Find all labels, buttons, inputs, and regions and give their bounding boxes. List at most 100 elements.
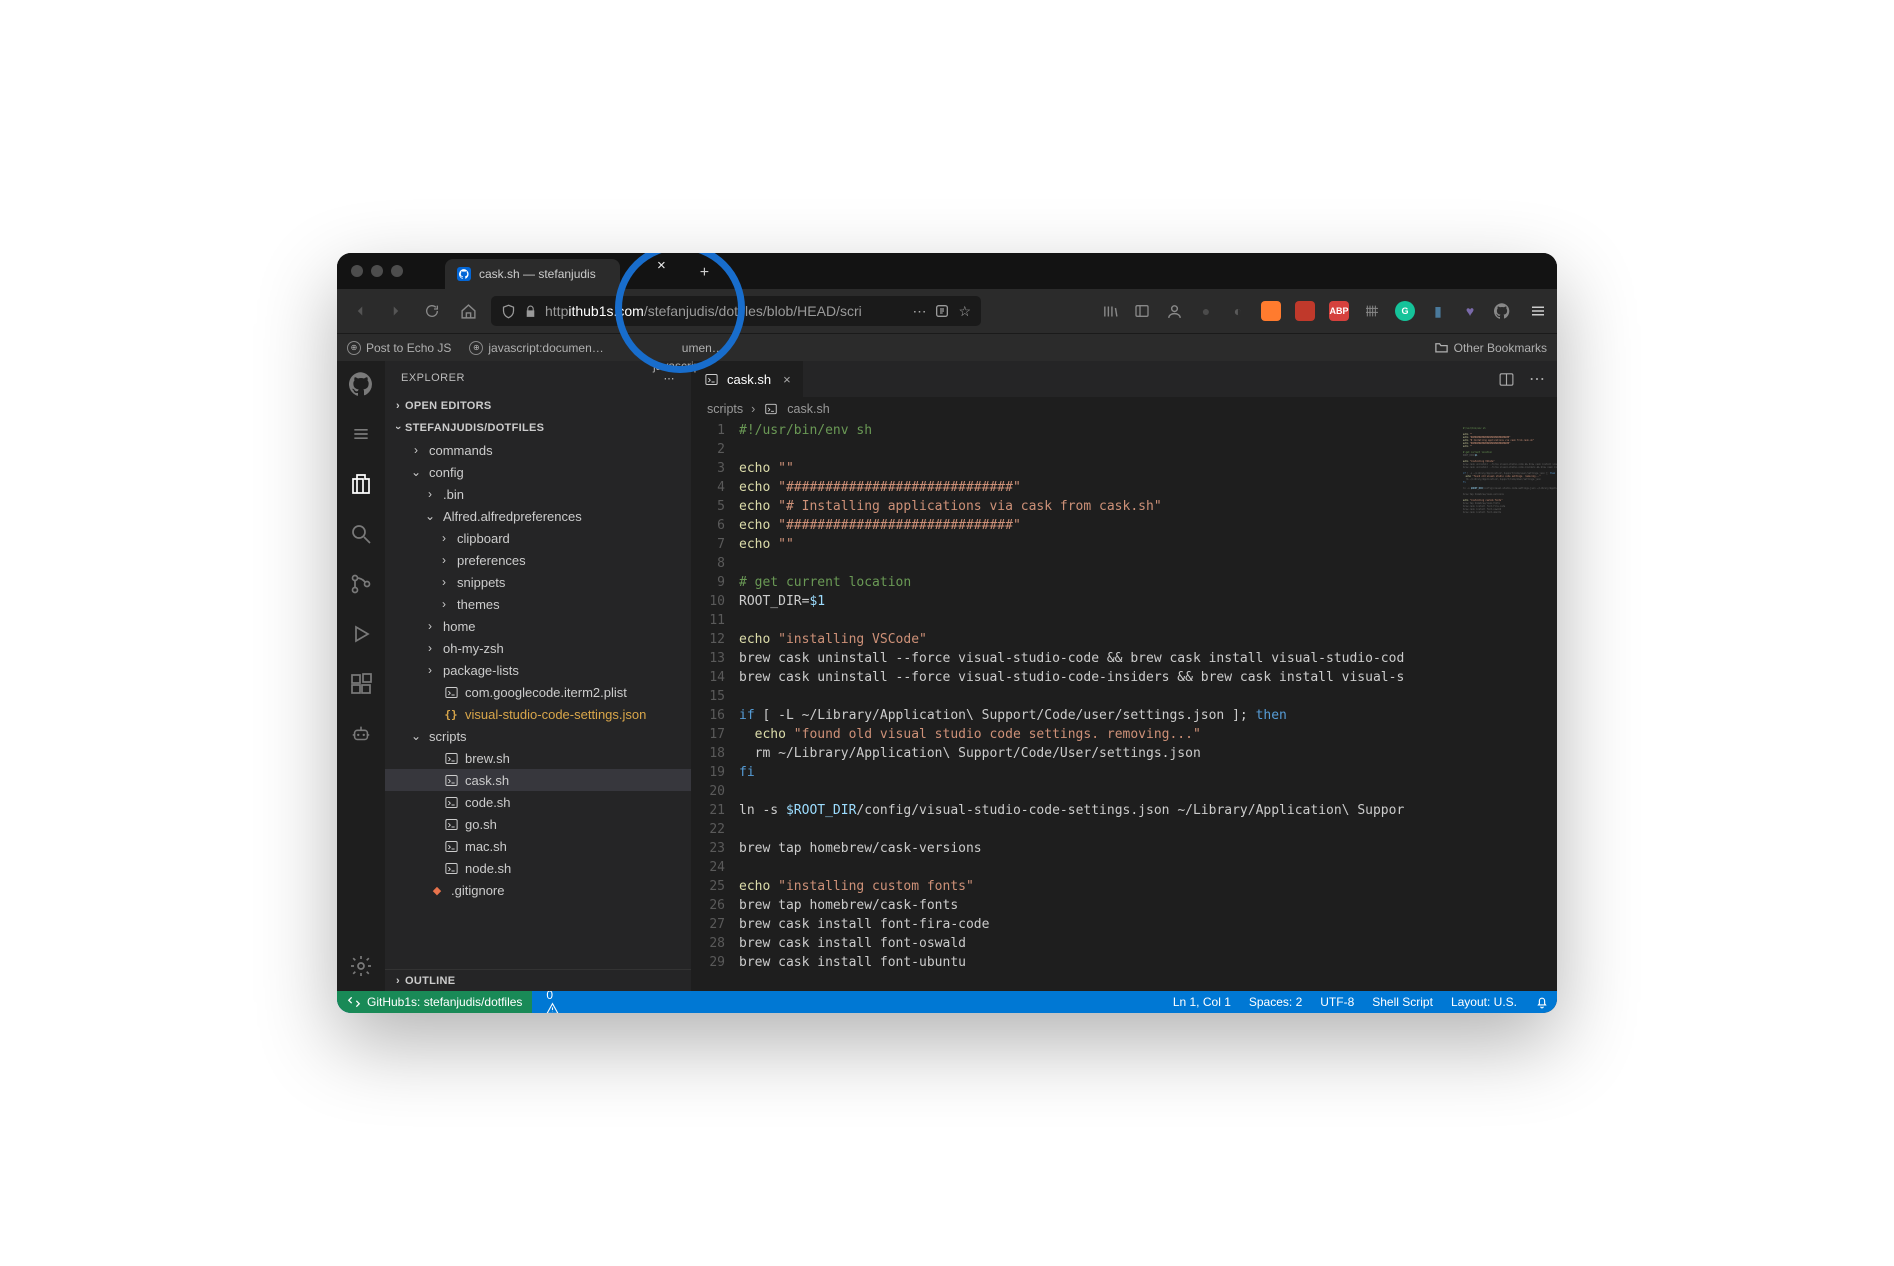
ext-badge-1[interactable] <box>1261 301 1281 321</box>
hamburger-menu-icon[interactable] <box>1529 302 1547 320</box>
tree-item-label: oh-my-zsh <box>443 641 504 656</box>
reader-mode-icon[interactable] <box>934 303 950 319</box>
source-control-icon[interactable] <box>348 571 374 597</box>
tree-folder[interactable]: ›home <box>385 615 691 637</box>
shell-file-icon <box>763 401 779 417</box>
robot-icon[interactable] <box>348 721 374 747</box>
status-lang[interactable]: Shell Script <box>1372 995 1433 1009</box>
explorer-icon[interactable] <box>348 471 374 497</box>
github-logo-icon[interactable] <box>348 371 374 397</box>
ext-icon-1[interactable]: ● <box>1197 302 1215 320</box>
tree-item-label: .gitignore <box>451 883 504 898</box>
reload-button[interactable] <box>419 298 445 324</box>
bookmark-label: Post to Echo JS <box>366 341 451 355</box>
tree-folder[interactable]: ›commands <box>385 439 691 461</box>
tree-folder[interactable]: ⌄ Alfred.alfredpreferences <box>385 505 691 527</box>
editor-tab[interactable]: cask.sh × <box>691 361 804 397</box>
chevron-right-icon: › <box>409 443 423 457</box>
sidebar-icon[interactable] <box>1133 302 1151 320</box>
tree-file[interactable]: cask.sh <box>385 769 691 791</box>
ext-icon-3[interactable]: ▮ <box>1429 302 1447 320</box>
menu-lines-icon[interactable] <box>348 421 374 447</box>
window-close-button[interactable] <box>351 265 363 277</box>
tree-file[interactable]: brew.sh <box>385 747 691 769</box>
ext-badge-abp[interactable]: ABP <box>1329 301 1349 321</box>
tree-item-label: config <box>429 465 464 480</box>
new-tab-button[interactable]: + <box>700 264 709 282</box>
tree-folder[interactable]: ⌄config <box>385 461 691 483</box>
chevron-right-icon: › <box>437 553 451 567</box>
other-bookmarks[interactable]: Other Bookmarks <box>1434 340 1547 355</box>
outline-section[interactable]: › OUTLINE <box>385 969 691 991</box>
url-bar[interactable]: httpithub1s.com/stefanjudis/dotfiles/blo… <box>491 296 981 326</box>
library-icon[interactable] <box>1101 302 1119 320</box>
code-editor[interactable]: 1234567891011121314151617181920212223242… <box>691 421 1557 991</box>
shell-file-icon <box>703 371 719 387</box>
ext-badge-grammarly[interactable]: G <box>1395 301 1415 321</box>
home-button[interactable] <box>455 298 481 324</box>
lock-icon[interactable] <box>524 305 537 318</box>
shell-file-icon <box>443 838 459 854</box>
chevron-right-icon: › <box>751 402 755 416</box>
tree-file[interactable]: go.sh <box>385 813 691 835</box>
tree-folder[interactable]: ›snippets <box>385 571 691 593</box>
remote-indicator[interactable]: GitHub1s: stefanjudis/dotfiles <box>337 991 532 1013</box>
ext-icon-4[interactable]: ♥ <box>1461 302 1479 320</box>
forward-button[interactable] <box>383 298 409 324</box>
repo-section[interactable]: › STEFANJUDIS/DOTFILES <box>385 417 691 439</box>
tree-folder[interactable]: › preferences <box>385 549 691 571</box>
bookmark-star-icon[interactable]: ☆ <box>958 303 971 320</box>
tree-item-label: com.googlecode.iterm2.plist <box>465 685 627 700</box>
close-tab-icon[interactable]: × <box>783 372 791 387</box>
tree-item-label: node.sh <box>465 861 511 876</box>
tree-file[interactable]: {}visual-studio-code-settings.json <box>385 703 691 725</box>
chevron-down-icon: ⌄ <box>423 509 437 523</box>
settings-gear-icon[interactable] <box>348 953 374 979</box>
tree-file[interactable]: com.googlecode.iterm2.plist <box>385 681 691 703</box>
tree-file[interactable]: mac.sh <box>385 835 691 857</box>
status-lncol[interactable]: Ln 1, Col 1 <box>1173 995 1231 1009</box>
editor-more-icon[interactable]: ⋯ <box>1529 369 1545 389</box>
search-icon[interactable] <box>348 521 374 547</box>
tree-folder[interactable]: ›oh-my-zsh <box>385 637 691 659</box>
browser-tab[interactable]: cask.sh — stefanjudis × <box>445 259 620 289</box>
tracking-shield-icon[interactable] <box>501 304 516 319</box>
tree-file[interactable]: node.sh <box>385 857 691 879</box>
tree-file[interactable]: ◆.gitignore <box>385 879 691 901</box>
status-encoding[interactable]: UTF-8 <box>1320 995 1354 1009</box>
ext-icon-2[interactable]: ◐ <box>1229 302 1247 320</box>
breadcrumb[interactable]: scripts › cask.sh <box>691 397 1557 421</box>
ext-icon-github[interactable] <box>1493 302 1511 320</box>
tree-file[interactable]: code.sh <box>385 791 691 813</box>
explorer-more-icon[interactable]: ⋯ <box>664 372 676 385</box>
back-button[interactable] <box>347 298 373 324</box>
obscured-bookmark-text: javascrip <box>653 359 700 373</box>
ext-badge-2[interactable] <box>1295 301 1315 321</box>
window-minimize-button[interactable] <box>371 265 383 277</box>
status-spaces[interactable]: Spaces: 2 <box>1249 995 1302 1009</box>
url-more-icon[interactable]: ⋯ <box>912 303 926 320</box>
tree-folder[interactable]: ›themes <box>385 593 691 615</box>
tree-item-label: Alfred.alfredpreferences <box>443 509 582 524</box>
bookmark-item[interactable]: ⊕ javascript:documen… <box>469 341 603 355</box>
extensions-icon[interactable] <box>348 671 374 697</box>
account-icon[interactable] <box>1165 302 1183 320</box>
tree-folder[interactable]: ›.bin <box>385 483 691 505</box>
editor-area: cask.sh × ⋯ scripts › cask.sh <box>691 361 1557 991</box>
split-editor-icon[interactable] <box>1498 371 1515 388</box>
bell-icon[interactable] <box>1535 995 1549 1009</box>
bookmark-item[interactable]: ⊕ Post to Echo JS <box>347 341 451 355</box>
open-editors-section[interactable]: › OPEN EDITORS <box>385 395 691 417</box>
bookmark-item-partial[interactable]: umen… <box>682 341 724 355</box>
ext-icon-grid[interactable] <box>1363 302 1381 320</box>
minimap[interactable]: #!/usr/bin/env sh echo ""echo "#########… <box>1459 421 1557 991</box>
tree-folder[interactable]: ›package-lists <box>385 659 691 681</box>
tree-item-label: preferences <box>457 553 526 568</box>
tree-folder[interactable]: ›clipboard <box>385 527 691 549</box>
shell-file-icon <box>443 794 459 810</box>
status-layout[interactable]: Layout: U.S. <box>1451 995 1517 1009</box>
window-maximize-button[interactable] <box>391 265 403 277</box>
tab-close-icon[interactable]: × <box>657 257 666 274</box>
run-debug-icon[interactable] <box>348 621 374 647</box>
tree-folder[interactable]: ⌄scripts <box>385 725 691 747</box>
